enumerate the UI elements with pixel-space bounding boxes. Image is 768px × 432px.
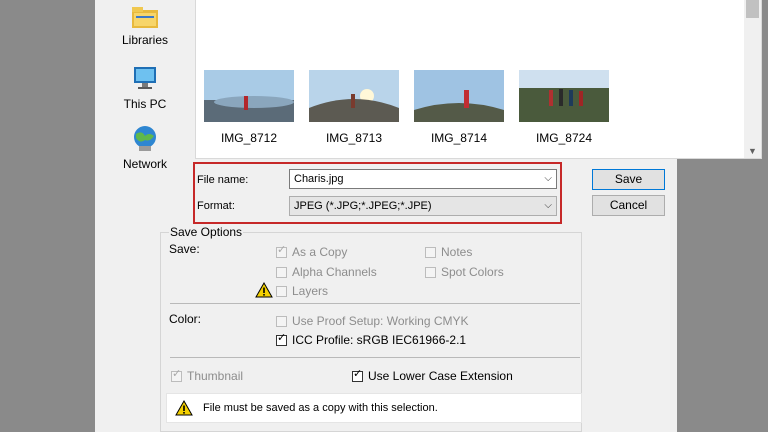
file-item[interactable]: IMG_8724 xyxy=(519,70,609,145)
check-icon: ✓ xyxy=(277,332,287,344)
this-pc-icon xyxy=(134,67,156,89)
image-thumbnail xyxy=(519,70,609,122)
sidebar-item-libraries[interactable]: Libraries xyxy=(95,4,195,47)
file-name: IMG_8714 xyxy=(430,131,488,145)
spot-colors-checkbox[interactable]: Spot Colors xyxy=(425,265,504,279)
scrollbar-thumb[interactable] xyxy=(746,0,759,18)
divider xyxy=(170,303,580,304)
check-icon: ✓ xyxy=(353,368,363,380)
file-name-label: File name: xyxy=(197,174,249,186)
thumbnail-checkbox[interactable]: ✓ Thumbnail xyxy=(171,368,244,383)
image-thumbnail xyxy=(204,70,294,122)
icc-profile-label: ICC Profile: sRGB IEC61966-2.1 xyxy=(292,333,467,347)
file-item[interactable]: IMG_8712 xyxy=(204,70,294,145)
file-pane-scrollbar[interactable]: ▼ xyxy=(744,0,761,158)
check-icon: ✓ xyxy=(172,368,182,380)
layers-checkbox[interactable]: Layers xyxy=(276,284,328,298)
save-options-title: Save Options xyxy=(169,225,244,239)
save-button[interactable]: Save xyxy=(592,169,665,190)
warning-icon xyxy=(175,400,193,416)
save-section-label: Save: xyxy=(169,242,200,256)
save-as-dialog: Libraries This PC Network IMG_8712 IMG_8… xyxy=(95,0,762,432)
notes-checkbox[interactable]: Notes xyxy=(425,245,472,259)
as-a-copy-checkbox[interactable]: ✓ As a Copy xyxy=(276,244,348,259)
sidebar-item-label: Libraries xyxy=(121,33,169,47)
image-thumbnail xyxy=(414,70,504,122)
divider xyxy=(170,357,580,358)
file-item[interactable]: IMG_8713 xyxy=(309,70,399,145)
file-name: IMG_8712 xyxy=(220,131,278,145)
sidebar-item-label: This PC xyxy=(123,97,167,111)
format-select[interactable]: JPEG (*.JPG;*.JPEG;*.JPE) ⌵ xyxy=(289,196,557,216)
file-item[interactable]: IMG_8714 xyxy=(414,70,504,145)
image-thumbnail xyxy=(309,70,399,122)
notes-label: Notes xyxy=(441,245,473,259)
icc-profile-checkbox[interactable]: ✓ ICC Profile: sRGB IEC61966-2.1 xyxy=(276,332,467,347)
sidebar-item-label: Network xyxy=(122,157,167,171)
use-proof-setup-label: Use Proof Setup: Working CMYK xyxy=(292,314,469,328)
lower-case-extension-label: Use Lower Case Extension xyxy=(368,369,513,383)
warning-message-box: File must be saved as a copy with this s… xyxy=(166,393,582,423)
spot-colors-label: Spot Colors xyxy=(441,265,504,279)
alpha-channels-label: Alpha Channels xyxy=(292,265,377,279)
chevron-down-icon[interactable]: ⌵ xyxy=(544,197,552,215)
cancel-button[interactable]: Cancel xyxy=(592,195,665,216)
sidebar-item-this-pc[interactable]: This PC xyxy=(95,64,195,111)
use-proof-setup-checkbox[interactable]: Use Proof Setup: Working CMYK xyxy=(276,314,469,328)
scroll-down-icon[interactable]: ▼ xyxy=(748,146,757,156)
alpha-channels-checkbox[interactable]: Alpha Channels xyxy=(276,265,377,279)
libraries-icon xyxy=(132,7,158,28)
network-icon xyxy=(134,126,156,151)
file-name-input[interactable]: Charis.jpg ⌵ xyxy=(289,169,557,189)
layers-label: Layers xyxy=(292,284,329,298)
lower-case-extension-checkbox[interactable]: ✓ Use Lower Case Extension xyxy=(352,368,513,383)
file-list-pane[interactable]: IMG_8712 IMG_8713 IMG_8714 IMG_8724 ▼ xyxy=(195,0,762,159)
sidebar-item-network[interactable]: Network xyxy=(95,124,195,171)
file-name-value: Charis.jpg xyxy=(294,173,344,185)
thumbnail-label: Thumbnail xyxy=(187,369,244,383)
format-value: JPEG (*.JPG;*.JPEG;*.JPE) xyxy=(294,200,432,212)
file-name: IMG_8713 xyxy=(325,131,383,145)
color-section-label: Color: xyxy=(169,312,202,326)
warning-icon xyxy=(255,282,273,298)
check-icon: ✓ xyxy=(277,244,287,256)
format-label: Format: xyxy=(197,200,235,212)
chevron-down-icon[interactable]: ⌵ xyxy=(544,170,552,188)
warning-text: File must be saved as a copy with this s… xyxy=(203,402,438,414)
as-a-copy-label: As a Copy xyxy=(292,245,348,259)
file-name: IMG_8724 xyxy=(535,131,593,145)
